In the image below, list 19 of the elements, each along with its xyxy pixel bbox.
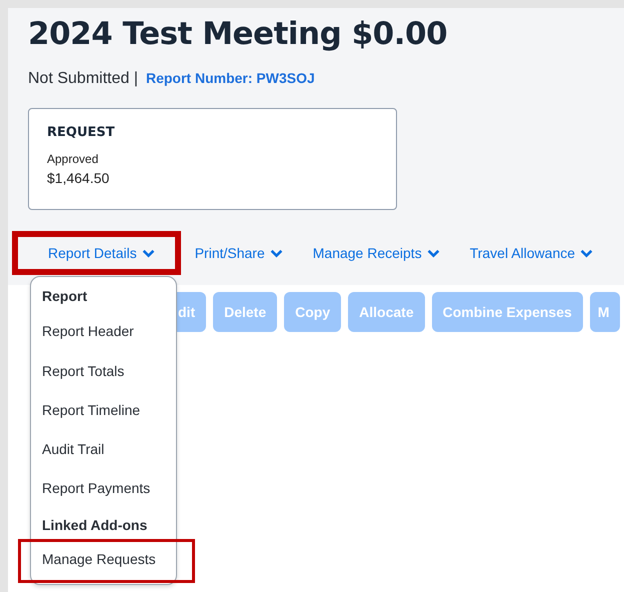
menu-tab[interactable]: Travel Allowance xyxy=(456,234,606,272)
menu-tab[interactable]: Manage Receipts xyxy=(300,234,453,272)
menu-item[interactable]: Audit Trail xyxy=(31,430,176,469)
menu-tab[interactable]: Report Details xyxy=(15,234,178,272)
report-number: Report Number: PW3SOJ xyxy=(146,70,315,88)
menu-item[interactable]: Manage Requests xyxy=(21,542,192,580)
menu-section-heading: Report xyxy=(41,287,88,306)
menu-item[interactable]: Report Totals xyxy=(31,352,176,391)
chevron-down-icon xyxy=(426,248,440,258)
report-title: 2024 Test Meeting $0.00 xyxy=(28,15,448,54)
menu-tab[interactable]: Print/Share xyxy=(182,234,296,272)
request-card[interactable]: REQUEST Approved $1,464.50 xyxy=(28,108,397,210)
menu-item[interactable]: Report Timeline xyxy=(31,391,176,430)
menu-item[interactable]: Report Payments xyxy=(31,469,176,508)
menu-section-heading: Linked Add-ons xyxy=(41,516,148,535)
chevron-down-icon xyxy=(270,248,283,258)
chevron-down-icon xyxy=(142,248,155,258)
chevron-down-icon xyxy=(580,248,594,258)
report-status: Not Submitted | xyxy=(28,70,138,88)
